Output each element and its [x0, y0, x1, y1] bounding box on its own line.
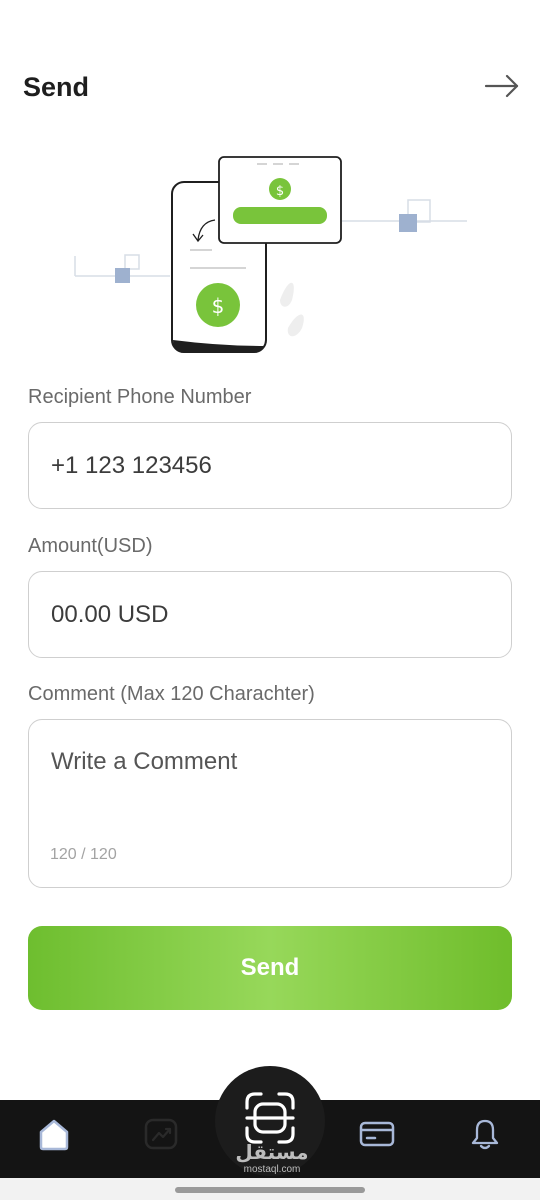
send-button[interactable]: Send: [28, 926, 512, 1010]
bell-icon[interactable]: [467, 1116, 503, 1152]
home-icon[interactable]: [36, 1116, 72, 1152]
card-dollar-sign: $: [276, 184, 284, 199]
phone-input[interactable]: [51, 423, 491, 508]
scan-button[interactable]: [215, 1066, 325, 1176]
home-indicator[interactable]: [175, 1187, 365, 1193]
chart-icon[interactable]: [143, 1116, 179, 1152]
phone-label: Recipient Phone Number: [28, 386, 252, 408]
comment-label: Comment (Max 120 Charachter): [28, 683, 315, 705]
amount-input[interactable]: [51, 572, 491, 657]
page-title: Send: [23, 72, 90, 102]
amount-field: [28, 571, 512, 658]
phone-field: [28, 422, 512, 509]
arrow-right-icon[interactable]: [482, 70, 522, 104]
card-icon[interactable]: [359, 1116, 395, 1152]
comment-char-counter: 120 / 120: [50, 846, 117, 863]
comment-textarea[interactable]: [51, 748, 491, 828]
amount-label: Amount(USD): [28, 535, 153, 557]
comment-field: 120 / 120: [28, 719, 512, 888]
scan-icon: [245, 1092, 295, 1144]
send-money-illustration: $ $: [70, 150, 470, 360]
dollar-sign: $: [212, 294, 225, 318]
header: Send: [0, 0, 540, 130]
